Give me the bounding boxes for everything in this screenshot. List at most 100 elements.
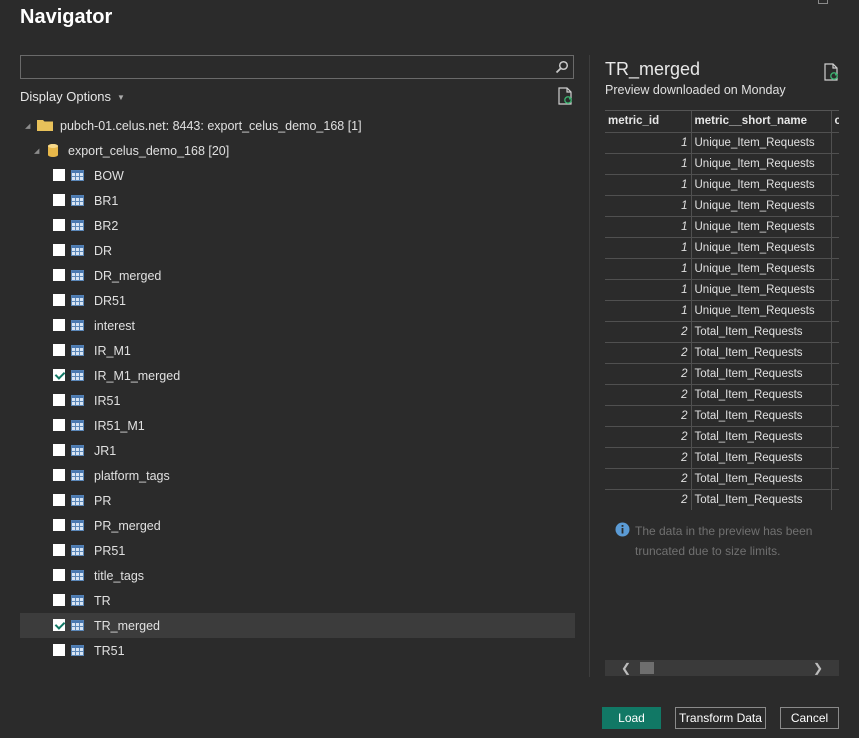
tree-item-table[interactable]: IR51_M1: [20, 413, 575, 438]
table-row: 2 Total_Item_Requests: [605, 468, 839, 490]
table-row: 1 Unique_Item_Requests: [605, 132, 839, 154]
tree-item-table[interactable]: IR_M1_merged: [20, 363, 575, 388]
collapse-icon[interactable]: ◢: [34, 147, 39, 155]
tree-item-table[interactable]: DR51: [20, 288, 575, 313]
display-options-dropdown[interactable]: Display Options ▼: [20, 89, 125, 104]
horizontal-scrollbar[interactable]: ❮ ❯: [605, 660, 839, 676]
table-cell: [831, 342, 839, 364]
table-cell: 2: [605, 489, 692, 510]
tree-item-table[interactable]: platform_tags: [20, 463, 575, 488]
table-icon: [71, 245, 84, 256]
table-label: DR51: [94, 293, 126, 308]
tree-item-table[interactable]: BR1: [20, 188, 575, 213]
refresh-file-icon[interactable]: [557, 87, 573, 105]
preview-grid[interactable]: metric_idmetric__short_nameo 1Unique_Ite…: [605, 110, 839, 510]
collapse-icon[interactable]: ◢: [25, 122, 30, 130]
table-checkbox[interactable]: [53, 469, 65, 481]
search-box[interactable]: [20, 55, 574, 79]
table-cell: Unique_Item_Requests: [691, 300, 832, 322]
table-cell: [831, 468, 839, 490]
table-label: PR: [94, 493, 112, 508]
table-checkbox[interactable]: [53, 444, 65, 456]
table-cell: 2: [605, 342, 692, 364]
refresh-preview-icon[interactable]: [823, 63, 839, 81]
table-row: 1 Unique_Item_Requests: [605, 216, 839, 238]
tree-item-table[interactable]: IR_M1: [20, 338, 575, 363]
tree-item-table[interactable]: TR51: [20, 638, 575, 663]
column-header[interactable]: metric_id: [605, 111, 692, 133]
table-checkbox[interactable]: [53, 594, 65, 606]
tree-item-table[interactable]: TR_merged: [20, 613, 575, 638]
table-checkbox[interactable]: [53, 219, 65, 231]
tree-node-database[interactable]: ◢ export_celus_demo_168 [20]: [20, 138, 575, 163]
table-cell: [831, 216, 839, 238]
table-cell: Unique_Item_Requests: [691, 279, 832, 301]
table-checkbox[interactable]: [53, 619, 65, 631]
transform-data-button[interactable]: Transform Data: [675, 707, 766, 729]
tree-item-table[interactable]: IR51: [20, 388, 575, 413]
table-icon: [71, 220, 84, 231]
table-cell: Total_Item_Requests: [691, 489, 832, 510]
table-icon: [71, 395, 84, 406]
table-row: 2 Total_Item_Requests: [605, 342, 839, 364]
tree-item-table[interactable]: title_tags: [20, 563, 575, 588]
column-header[interactable]: o: [831, 111, 839, 133]
table-cell: [831, 132, 839, 154]
table-checkbox[interactable]: [53, 169, 65, 181]
tree-item-table[interactable]: PR51: [20, 538, 575, 563]
table-cell: [831, 489, 839, 510]
table-checkbox[interactable]: [53, 419, 65, 431]
table-checkbox[interactable]: [53, 344, 65, 356]
table-label: TR: [94, 593, 111, 608]
column-header[interactable]: metric__short_name: [691, 111, 832, 133]
scroll-right-icon[interactable]: ❯: [813, 661, 823, 675]
tree-item-table[interactable]: BR2: [20, 213, 575, 238]
table-icon: [71, 345, 84, 356]
search-input[interactable]: [21, 56, 573, 78]
table-cell: [831, 363, 839, 385]
load-button[interactable]: Load: [602, 707, 661, 729]
table-checkbox[interactable]: [53, 519, 65, 531]
tree-node-server[interactable]: ◢ pubch-01.celus.net: 8443: export_celus…: [20, 113, 575, 138]
tree-item-table[interactable]: PR: [20, 488, 575, 513]
table-icon: [71, 645, 84, 656]
tree-item-table[interactable]: TR: [20, 588, 575, 613]
table-checkbox[interactable]: [53, 319, 65, 331]
table-cell: Unique_Item_Requests: [691, 195, 832, 217]
tree-item-table[interactable]: DR_merged: [20, 263, 575, 288]
table-checkbox[interactable]: [53, 569, 65, 581]
scroll-thumb[interactable]: [640, 662, 654, 674]
panel-divider: [589, 55, 590, 677]
table-label: IR51_M1: [94, 418, 145, 433]
table-cell: Total_Item_Requests: [691, 405, 832, 427]
tree-item-table[interactable]: DR: [20, 238, 575, 263]
table-cell: Total_Item_Requests: [691, 384, 832, 406]
table-icon: [71, 295, 84, 306]
table-checkbox[interactable]: [53, 544, 65, 556]
tree-item-table[interactable]: BOW: [20, 163, 575, 188]
folder-icon: [37, 120, 53, 131]
table-checkbox[interactable]: [53, 244, 65, 256]
table-checkbox[interactable]: [53, 394, 65, 406]
table-icon: [71, 195, 84, 206]
tree-item-table[interactable]: PR_merged: [20, 513, 575, 538]
table-checkbox[interactable]: [53, 194, 65, 206]
table-checkbox[interactable]: [53, 294, 65, 306]
cancel-button[interactable]: Cancel: [780, 707, 839, 729]
tree-item-table[interactable]: JR1: [20, 438, 575, 463]
search-icon[interactable]: [555, 60, 569, 74]
table-checkbox[interactable]: [53, 494, 65, 506]
table-row: 2 Total_Item_Requests: [605, 321, 839, 343]
table-label: IR_M1: [94, 343, 131, 358]
maximize-button[interactable]: [818, 0, 828, 4]
table-checkbox[interactable]: [53, 644, 65, 656]
table-cell: [831, 279, 839, 301]
scroll-left-icon[interactable]: ❮: [621, 661, 631, 675]
table-cell: [831, 405, 839, 427]
table-cell: [831, 384, 839, 406]
tree-item-table[interactable]: interest: [20, 313, 575, 338]
database-icon: [48, 144, 58, 157]
table-checkbox[interactable]: [53, 269, 65, 281]
table-checkbox[interactable]: [53, 369, 65, 381]
table-icon: [71, 445, 84, 456]
